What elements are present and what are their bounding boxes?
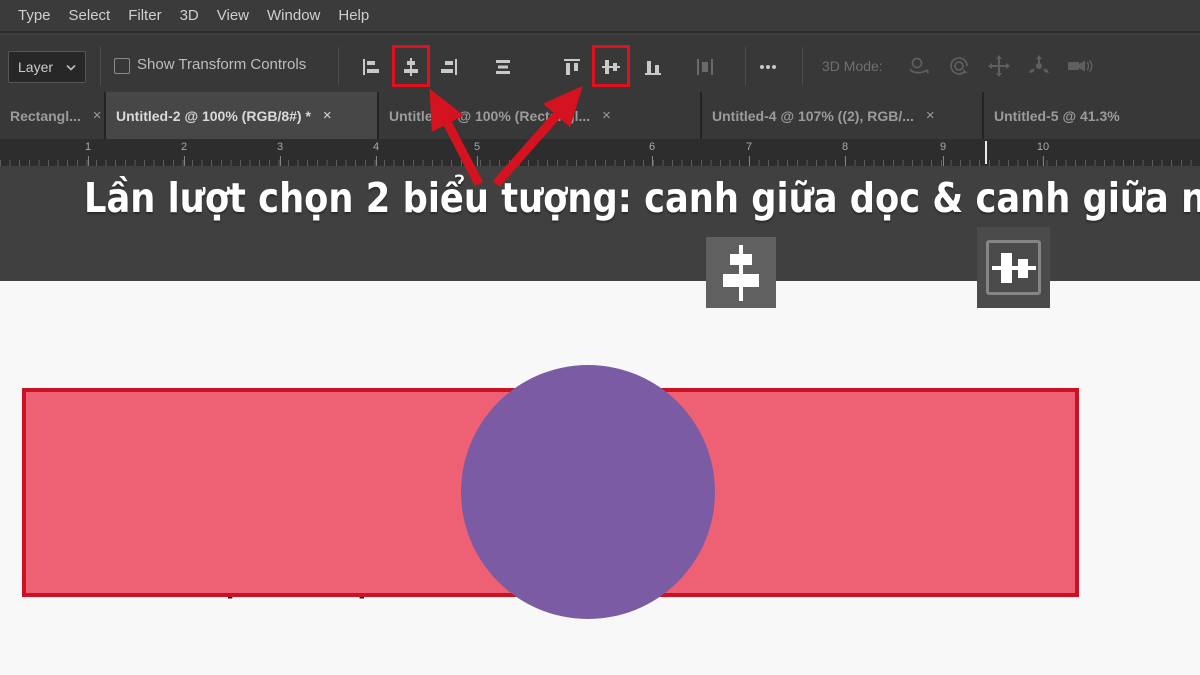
orbit-3d-icon[interactable] [903,50,935,82]
separator [100,47,101,85]
menu-item-3d[interactable]: 3D [180,7,199,24]
ruler-number: 3 [277,139,283,166]
tab-close-icon[interactable]: × [323,108,332,123]
show-transform-controls-label: Show Transform Controls [137,56,306,73]
auto-select-dropdown[interactable]: Layer [8,51,86,83]
chevron-down-icon [66,64,76,71]
ruler-number: 2 [181,139,187,166]
menu-item-select[interactable]: Select [69,7,111,24]
tab-untitled-3[interactable]: Untitled-3 @ 100% (Rectangl... × [379,92,700,139]
horizontal-ruler: 1 2 3 4 5 6 7 8 9 10 [0,139,1200,167]
tab-untitled-4[interactable]: Untitled-4 @ 107% ((2), RGB/... × [702,92,982,139]
document-tab-bar: Rectangl... × Untitled-2 @ 100% (RGB/8#)… [0,92,1200,139]
distribute-vertical-centers-icon[interactable] [488,52,518,82]
align-left-edges-icon[interactable] [356,52,386,82]
menu-item-window[interactable]: Window [267,7,320,24]
tab-title: Rectangl... [10,108,81,124]
ruler-number: 8 [842,139,848,166]
tab-title: Untitled-3 @ 100% (Rectangl... [389,108,590,124]
ruler-number: 7 [746,139,752,166]
menu-item-help[interactable]: Help [338,7,369,24]
tab-rectangle[interactable]: Rectangl... × [0,92,104,139]
canvas-circle-shape[interactable] [461,365,715,619]
menu-item-view[interactable]: View [217,7,249,24]
camera-3d-icon[interactable] [1063,50,1095,82]
align-vertical-centers-icon [992,251,1036,285]
ruler-number: 1 [85,139,91,166]
3d-mode-label: 3D Mode: [822,58,883,74]
callout-frame [986,240,1041,295]
menu-bar: Type Select Filter 3D View Window Help [0,0,1200,33]
slide-3d-icon[interactable] [1023,50,1055,82]
tab-close-icon[interactable]: × [602,108,611,123]
ruler-number: 5 [474,139,480,166]
menu-item-filter[interactable]: Filter [128,7,161,24]
photoshop-window: Type Select Filter 3D View Window Help L… [0,0,1200,675]
tutorial-headline: Lần lượt chọn 2 biểu tượng: canh giữa dọ… [84,174,1116,222]
distribute-horizontal-centers-icon[interactable] [690,52,720,82]
ruler-number: 6 [649,139,655,166]
roll-3d-icon[interactable] [943,50,975,82]
align-horizontal-centers-icon[interactable] [396,52,426,82]
show-transform-controls-checkbox[interactable] [114,58,130,74]
tab-untitled-5[interactable]: Untitled-5 @ 41.3% [984,92,1200,139]
align-vertical-centers-icon[interactable] [596,52,626,82]
tab-title: Untitled-5 @ 41.3% [994,108,1120,124]
tab-close-icon[interactable]: × [93,108,102,123]
pan-3d-icon[interactable] [983,50,1015,82]
ruler-number: 9 [940,139,946,166]
ruler-number: 10 [1037,139,1049,166]
tab-untitled-2[interactable]: Untitled-2 @ 100% (RGB/8#) * × [106,92,377,139]
align-top-edges-icon[interactable] [557,52,587,82]
callout-align-vertical-centers [977,227,1050,308]
tab-close-icon[interactable]: × [926,108,935,123]
align-horizontal-centers-icon [719,245,763,301]
separator [745,47,746,85]
ruler-cursor-mark [985,141,987,164]
more-options-icon[interactable] [753,52,783,82]
menu-item-type[interactable]: Type [18,7,51,24]
auto-select-value: Layer [18,59,53,75]
tab-title: Untitled-2 @ 100% (RGB/8#) * [116,108,311,124]
options-bar: Layer Show Transform Controls [0,35,1200,93]
ruler-number: 4 [373,139,379,166]
align-bottom-edges-icon[interactable] [638,52,668,82]
separator [338,47,339,85]
separator [802,47,803,85]
tab-title: Untitled-4 @ 107% ((2), RGB/... [712,108,914,124]
align-right-edges-icon[interactable] [434,52,464,82]
callout-align-horizontal-centers [706,237,776,308]
